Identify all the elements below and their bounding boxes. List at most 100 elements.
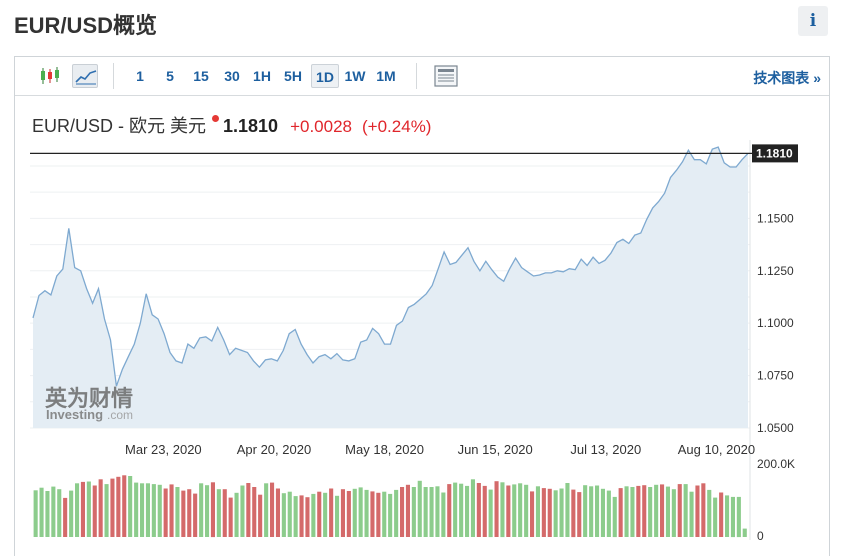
volume-bar [39, 487, 44, 537]
volume-bar [228, 497, 233, 537]
volume-bar [423, 487, 428, 537]
volume-bar [305, 497, 310, 537]
volume-bar [465, 485, 470, 537]
volume-bar [730, 496, 735, 538]
volume-bar [571, 489, 576, 538]
volume-bar [411, 487, 416, 537]
x-tick-label: Jul 13, 2020 [570, 442, 641, 457]
volume-bar [695, 485, 700, 537]
volume-bar [612, 496, 617, 538]
volume-bar [270, 482, 275, 537]
volume-bar [329, 488, 334, 537]
volume-bar [701, 483, 706, 537]
volume-bar [742, 528, 747, 537]
volume-bar [382, 491, 387, 537]
volume-bar [429, 487, 434, 537]
volume-bar [376, 492, 381, 537]
volume-bar [624, 486, 629, 537]
volume-bar [128, 476, 133, 537]
volume-bar [122, 475, 127, 537]
x-tick-label: Apr 20, 2020 [237, 442, 311, 457]
volume-bar [281, 493, 286, 537]
y-tick-label: 1.1500 [757, 211, 794, 225]
volume-bar [441, 492, 446, 537]
volume-bar [193, 493, 198, 537]
volume-bar [648, 487, 653, 537]
volume-bar [370, 491, 375, 537]
volume-bar [583, 485, 588, 537]
volume-bar [33, 490, 38, 537]
volume-bar [642, 485, 647, 537]
volume-bar [530, 491, 535, 537]
watermark-suffix: .com [107, 408, 133, 422]
volume-bar [600, 488, 605, 537]
y-tick-label: 1.1000 [757, 316, 794, 330]
volume-bar [506, 485, 511, 537]
volume-bar [104, 484, 109, 537]
volume-bar [736, 496, 741, 538]
volume-bar [482, 485, 487, 537]
volume-bar [205, 485, 210, 537]
volume-bar [630, 487, 635, 537]
volume-bar [654, 484, 659, 537]
volume-bar [287, 491, 292, 537]
volume-bar [151, 484, 156, 537]
volume-bar [216, 489, 221, 537]
volume-bar [559, 488, 564, 537]
volume-bar [488, 489, 493, 538]
volume-bar [447, 484, 452, 537]
volume-bar [299, 495, 304, 537]
volume-bar [518, 483, 523, 537]
volume-bar [86, 481, 91, 537]
volume-zero-label: 0 [757, 529, 764, 543]
last-price-label: 1.1810 [756, 146, 793, 160]
volume-bar [524, 484, 529, 537]
volume-bar [707, 489, 712, 537]
volume-bar [577, 492, 582, 537]
volume-bar [606, 490, 611, 537]
volume-bar [234, 492, 239, 537]
volume-bar [512, 484, 517, 537]
volume-bar [565, 483, 570, 537]
volume-bar [364, 489, 369, 537]
volume-bar [435, 486, 440, 537]
volume-bar [589, 486, 594, 537]
volume-bar [677, 484, 682, 537]
volume-bar [140, 483, 145, 537]
volume-bar [222, 489, 227, 537]
volume-bar [665, 486, 670, 537]
volume-max-label: 200.0K [757, 457, 795, 471]
volume-bar [258, 494, 263, 537]
volume-bar [476, 483, 481, 537]
volume-bar [323, 492, 328, 537]
volume-bar [116, 476, 121, 537]
volume-bar [335, 495, 340, 537]
volume-bar [636, 485, 641, 537]
x-tick-label: Mar 23, 2020 [125, 442, 202, 457]
volume-bar [240, 485, 245, 537]
volume-bar [683, 484, 688, 537]
volume-bar [293, 496, 298, 537]
volume-bar [470, 479, 475, 537]
volume-bar [358, 487, 363, 537]
price-chart: 1.1810 1.1500 1.1250 1.1000 1.0750 1.0500 Ma… [30, 140, 798, 543]
volume-bar [541, 488, 546, 537]
volume-bar [535, 486, 540, 537]
volume-bar [453, 482, 458, 537]
volume-bar [547, 488, 552, 537]
volume-bar [660, 484, 665, 537]
y-tick-label: 1.0750 [757, 369, 794, 383]
volume-bar [63, 497, 68, 537]
price-area-fill [33, 147, 748, 428]
volume-bar [417, 480, 422, 537]
volume-bar [317, 491, 322, 537]
volume-bar [494, 481, 499, 537]
volume-bar [175, 487, 180, 537]
volume-bar [163, 488, 168, 537]
x-tick-label: Jun 15, 2020 [458, 442, 533, 457]
y-tick-label: 1.1250 [757, 264, 794, 278]
volume-bar [275, 488, 280, 537]
volume-bar [92, 485, 97, 537]
volume-bar [110, 478, 115, 537]
watermark-en: Investing [46, 407, 103, 422]
